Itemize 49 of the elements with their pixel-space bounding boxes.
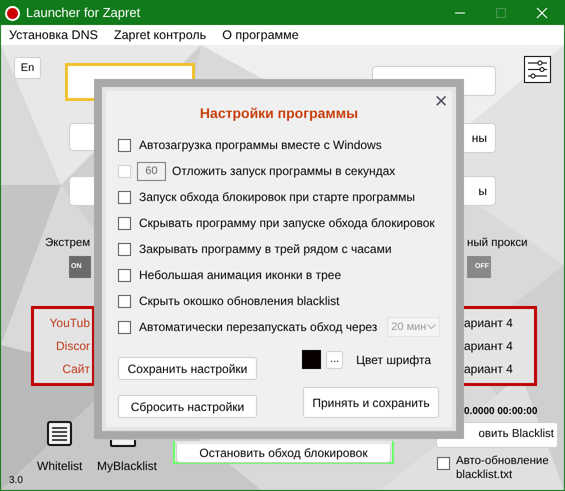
close-icon[interactable] — [536, 7, 548, 19]
color-swatch[interactable] — [302, 350, 322, 369]
update-time: 0.0000 00:00:00 — [464, 405, 538, 419]
service-label: Сайт — [62, 361, 90, 378]
checkbox[interactable] — [118, 242, 131, 256]
chevron-down-icon — [427, 324, 436, 330]
option-label: Небольшая анимация иконки в трее — [139, 267, 342, 284]
checkbox[interactable] — [118, 138, 131, 152]
font-color-label: Цвет шрифта — [356, 352, 431, 368]
myblacklist-label[interactable]: MyBlacklist — [97, 457, 158, 475]
option-label: Отложить запуск программы в секундах — [172, 163, 396, 180]
option-label: Скрыть окошко обновления blacklist — [139, 293, 340, 310]
list-icon[interactable] — [47, 421, 72, 446]
settings-sliders-icon[interactable] — [524, 56, 551, 83]
service-label: YouTub — [50, 314, 90, 332]
option-label: Закрывать программу в трей рядом с часами — [139, 241, 392, 258]
language-button[interactable]: En — [14, 57, 41, 79]
option-label: Запуск обхода блокировок при старте программы — [139, 189, 415, 206]
stop-button[interactable]: Остановить обход блокировок — [176, 444, 391, 463]
auto-update-label: Авто-обновление blacklist.txt — [456, 454, 550, 482]
option-label: Автоматически перезапускать обход через — [139, 319, 378, 336]
reset-settings-button[interactable]: Сбросить настройки — [118, 395, 257, 418]
option-label: Скрывать программу при запуске обхода блокировок — [139, 215, 435, 232]
save-settings-button[interactable]: Сохранить настройки — [118, 357, 257, 380]
service-label: Discor — [56, 338, 90, 355]
option-label: Автозагрузка программы вместе с Windows — [139, 137, 382, 154]
mode-label: Экстрем — [45, 236, 90, 251]
menu-item[interactable]: Zapret контроль — [106, 26, 214, 44]
whitelist-label[interactable]: Whitelist — [37, 457, 82, 475]
checkbox[interactable] — [118, 216, 131, 230]
window-title: Launcher for Zapret — [26, 4, 140, 22]
variant-label: ариант 4 — [464, 361, 513, 378]
version-label: 3.0 — [9, 474, 23, 488]
color-picker-button[interactable]: ... — [326, 350, 344, 368]
app-icon — [5, 6, 20, 20]
variant-label: ариант 4 — [464, 338, 513, 355]
checkbox[interactable] — [118, 320, 131, 334]
list-icon[interactable] — [110, 440, 136, 447]
checkbox[interactable] — [118, 294, 131, 308]
dialog-title: Настройки программы — [198, 104, 360, 123]
checkbox[interactable] — [437, 457, 450, 470]
close-button[interactable]: ✕ — [434, 93, 448, 110]
variant-label: ариант 4 — [464, 314, 513, 332]
mode-label: ный прокси — [467, 236, 528, 251]
checkbox[interactable] — [118, 268, 131, 282]
checkbox[interactable] — [118, 190, 131, 204]
apply-save-button[interactable]: Принять и сохранить — [303, 387, 439, 418]
menu-item[interactable]: Установка DNS — [1, 26, 106, 44]
menu-item[interactable]: О программе — [214, 26, 307, 44]
